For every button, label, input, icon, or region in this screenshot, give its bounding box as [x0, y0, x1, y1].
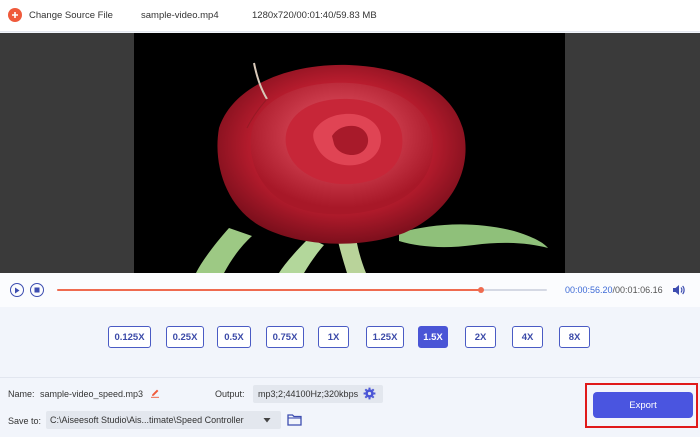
export-button[interactable]: Export — [593, 392, 693, 418]
save-path-dropdown[interactable]: C:\Aiseesoft Studio\Ais...timate\Speed C… — [46, 411, 281, 429]
output-format-value: mp3;2;44100Hz;320kbps — [258, 389, 359, 399]
progress-fill — [57, 289, 481, 291]
video-preview-area — [0, 33, 700, 273]
play-button[interactable] — [10, 283, 24, 297]
time-readout: 00:00:56.20/00:01:06.16 — [565, 285, 663, 295]
progress-track[interactable] — [57, 287, 547, 293]
speed-option-2x[interactable]: 2X — [465, 326, 496, 348]
speed-option-0-5x[interactable]: 0.5X — [217, 326, 251, 348]
video-frame[interactable] — [134, 33, 565, 273]
output-settings: Name: sample-video_speed.mp3 Output: mp3… — [0, 377, 700, 437]
progress-thumb[interactable] — [477, 287, 484, 293]
playback-bar: 00:00:56.20/00:01:06.16 — [0, 273, 700, 307]
play-icon — [15, 287, 20, 293]
file-name-field[interactable]: sample-video_speed.mp3 — [40, 389, 143, 399]
speed-option-4x[interactable]: 4X — [512, 326, 543, 348]
speed-options: 0.125X 0.25X 0.5X 0.75X 1X 1.25X 1.5X 2X 4X 8X — [0, 308, 700, 377]
add-source-icon[interactable] — [8, 8, 22, 22]
stop-button[interactable] — [30, 283, 44, 297]
speed-option-8x[interactable]: 8X — [559, 326, 590, 348]
top-bar: Change Source File sample-video.mp4 1280… — [0, 0, 700, 32]
change-source-file-button[interactable]: Change Source File — [29, 10, 113, 21]
save-path-value: C:\Aiseesoft Studio\Ais...timate\Speed C… — [50, 415, 244, 425]
name-label: Name: — [8, 389, 35, 399]
source-file-name: sample-video.mp4 — [141, 10, 219, 21]
output-label: Output: — [215, 389, 245, 399]
current-time: 00:00:56.20 — [565, 285, 613, 295]
chevron-down-icon — [263, 418, 271, 423]
gear-icon[interactable] — [363, 387, 376, 402]
volume-icon[interactable] — [672, 284, 685, 298]
stop-icon — [34, 287, 40, 293]
speed-option-1-5x[interactable]: 1.5X — [418, 326, 448, 348]
output-format-field[interactable]: mp3;2;44100Hz;320kbps — [253, 385, 383, 403]
speed-option-0-75x[interactable]: 0.75X — [266, 326, 304, 348]
speed-option-0-25x[interactable]: 0.25X — [166, 326, 204, 348]
speed-option-1-25x[interactable]: 1.25X — [366, 326, 404, 348]
total-time: /00:01:06.16 — [612, 285, 663, 295]
source-file-info: 1280x720/00:01:40/59.83 MB — [252, 10, 377, 21]
rose-image — [196, 62, 548, 273]
folder-icon[interactable] — [287, 413, 302, 428]
speed-option-1x[interactable]: 1X — [318, 326, 349, 348]
edit-name-icon[interactable] — [150, 388, 160, 400]
speed-option-0-125x[interactable]: 0.125X — [108, 326, 151, 348]
save-to-label: Save to: — [8, 416, 42, 426]
